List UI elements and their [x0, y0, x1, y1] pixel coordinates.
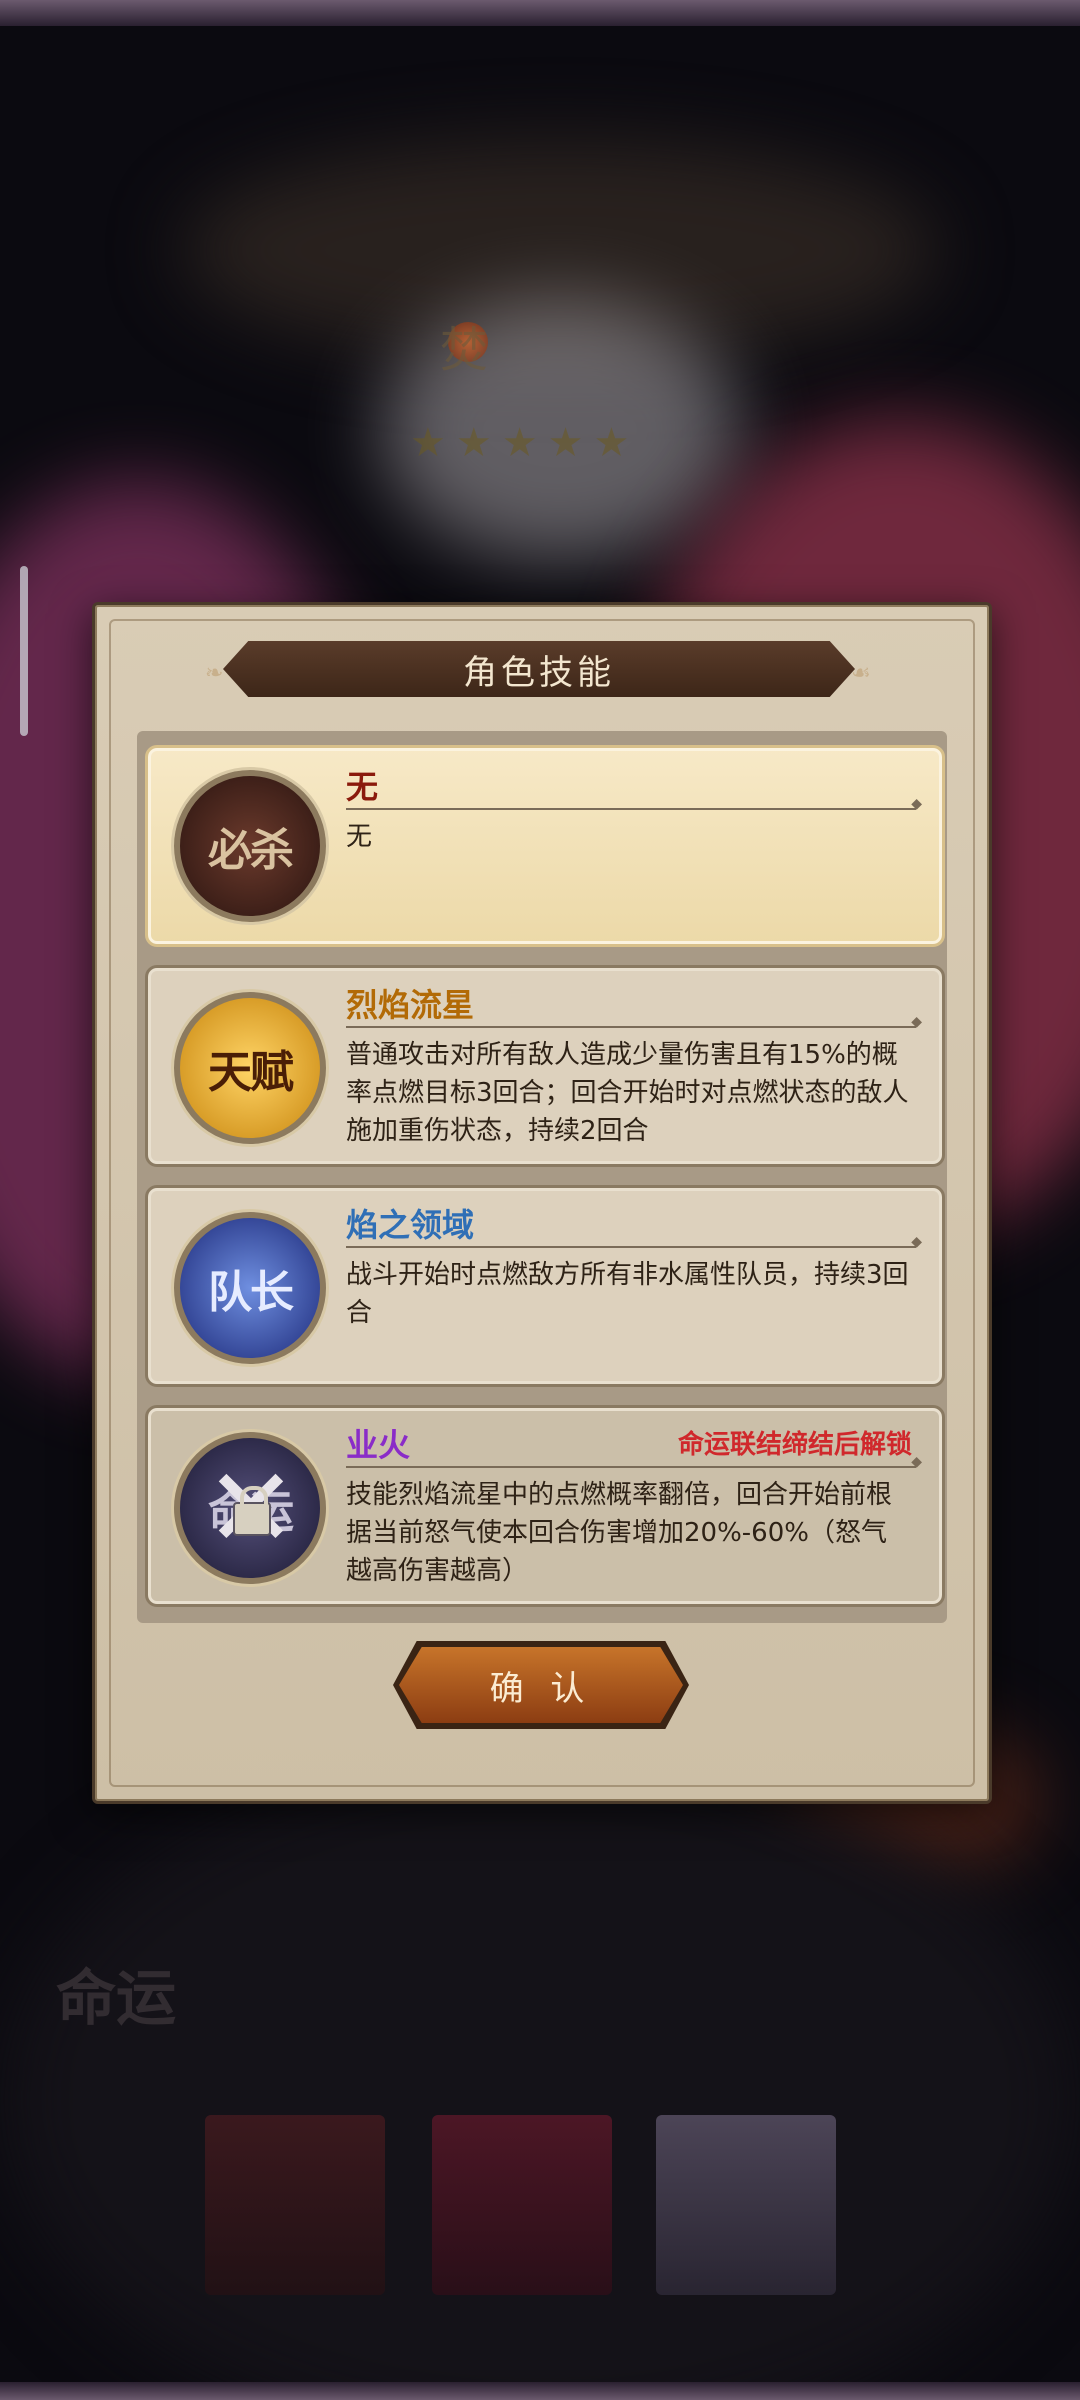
fate-card[interactable] [432, 2115, 612, 2295]
fate-card[interactable] [205, 2115, 385, 2295]
skill-row-talent[interactable]: 天赋 烈焰流星 普通攻击对所有敌人造成少量伤害且有15%的概率点燃目标3回合；回… [145, 965, 945, 1167]
skill-dialog: ❧ ☙ 角色技能 必杀 无 无 天赋 烈焰流星 普通攻击对所有敌人造成少量伤害且… [92, 602, 992, 1804]
dialog-title: 角色技能 [463, 652, 615, 693]
lock-icon [233, 1486, 271, 1536]
skill-name: 无 [346, 768, 379, 806]
scroll-indicator [20, 566, 28, 736]
skill-description: 技能烈焰流星中的点燃概率翻倍，回合开始前根据当前怒气使本回合伤害增加20%-60… [346, 1480, 893, 1586]
skill-list: 必杀 无 无 天赋 烈焰流星 普通攻击对所有敌人造成少量伤害且有15%的概率点燃… [137, 731, 947, 1623]
fate-card[interactable] [656, 2115, 836, 2295]
divider [346, 1014, 922, 1030]
fate-section-title: 命运 [56, 1964, 176, 2034]
ultimate-badge-icon: 必杀 [174, 770, 326, 922]
badge-label: 天赋 [208, 1047, 294, 1098]
banner-ornament-left: ❧ [205, 661, 224, 686]
talent-badge-icon: 天赋 [174, 992, 326, 1144]
badge-label: 必杀 [208, 825, 294, 876]
divider [346, 1234, 922, 1250]
skill-description: 普通攻击对所有敌人造成少量伤害且有15%的概率点燃目标3回合；回合开始时对点燃状… [346, 1040, 909, 1146]
fate-badge-icon: 命运 ✕ [174, 1432, 326, 1584]
top-frame [0, 0, 1080, 26]
leader-badge-icon: 队长 [174, 1212, 326, 1364]
skill-row-leader[interactable]: 队长 焰之领域 战斗开始时点燃敌方所有非水属性队员，持续3回合 [145, 1185, 945, 1387]
skill-name: 烈焰流星 [346, 986, 475, 1024]
skill-description: 无 [346, 822, 373, 852]
character-name: 焚 [440, 322, 489, 378]
skill-row-fate[interactable]: 命运 ✕ 业火 命运联结缔结后解锁 技能烈焰流星中的点燃概率翻倍，回合开始前根据… [145, 1405, 945, 1607]
badge-label: 队长 [208, 1267, 294, 1318]
star-rating: ★★★★★ [410, 420, 640, 466]
unlock-condition: 命运联结缔结后解锁 [677, 1430, 912, 1460]
confirm-button[interactable]: 确 认 [399, 1647, 683, 1723]
dialog-title-banner: 角色技能 [223, 641, 855, 697]
skill-description: 战斗开始时点燃敌方所有非水属性队员，持续3回合 [346, 1260, 909, 1328]
banner-ornament-right: ☙ [851, 661, 871, 686]
divider [346, 1454, 922, 1470]
skill-name: 业火 [346, 1426, 411, 1464]
divider [346, 796, 922, 812]
skill-row-ultimate[interactable]: 必杀 无 无 [145, 745, 945, 947]
skill-name: 焰之领域 [346, 1206, 475, 1244]
bottom-frame [0, 2382, 1080, 2400]
